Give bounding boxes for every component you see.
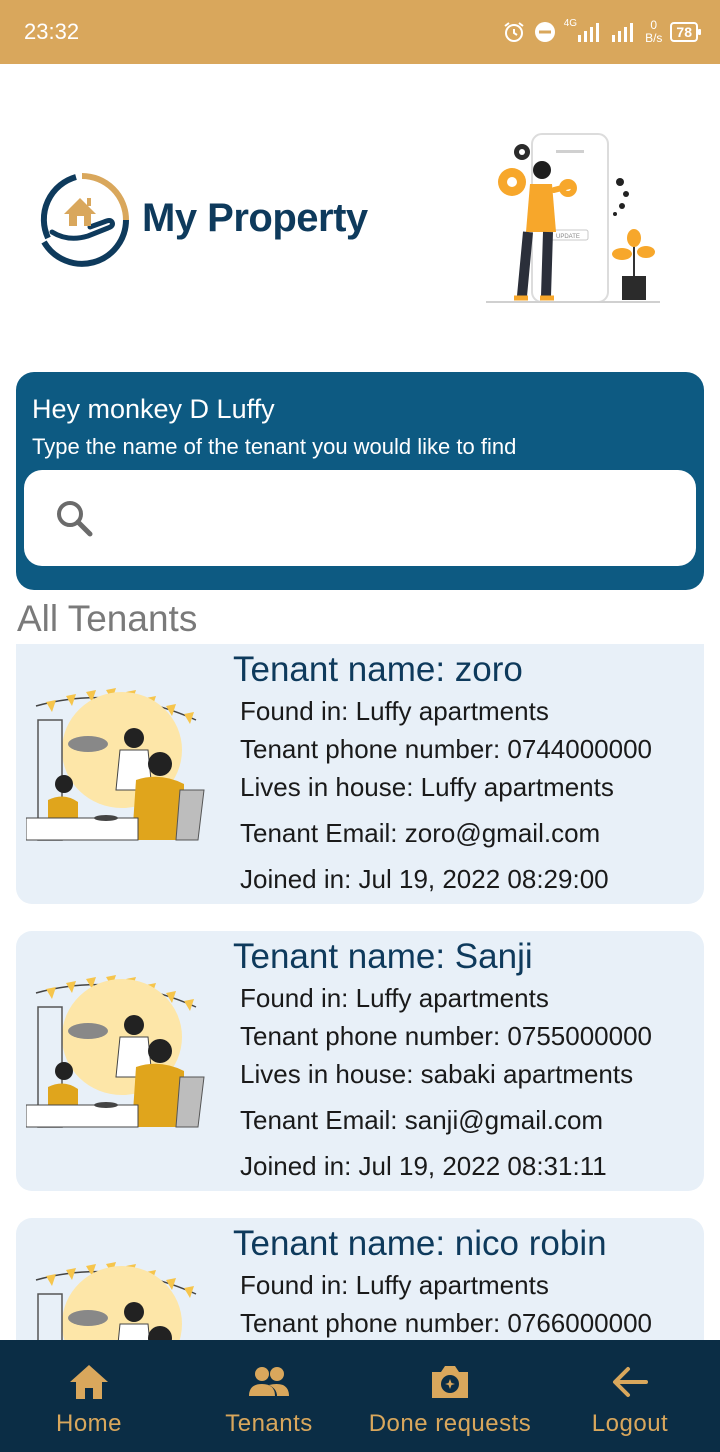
- tenant-house: Lives in house: sabaki apartments: [240, 1059, 634, 1089]
- search-box[interactable]: [24, 470, 696, 566]
- net-speed: 0 B/s: [645, 19, 662, 45]
- arrow-left-icon: [613, 1367, 648, 1397]
- tenant-name: Tenant name: nico robin: [233, 1224, 607, 1263]
- dinner-illustration: [26, 975, 205, 1128]
- tenant-card[interactable]: Tenant name: Sanji Found in: Luffy apart…: [16, 931, 704, 1191]
- app-header: My Property UPDATE: [0, 64, 720, 364]
- people-icon: [249, 1367, 289, 1396]
- nav-logout-label: Logout: [591, 1410, 669, 1437]
- section-title: All Tenants: [17, 598, 198, 639]
- person-update-phone-illustration: UPDATE: [486, 133, 660, 303]
- network-type: 4G: [563, 17, 578, 29]
- do-not-disturb-icon: [534, 22, 555, 42]
- dinner-illustration: [35, 1262, 197, 1340]
- house-in-hand-icon: [40, 173, 129, 267]
- nav-done-requests-label: Done requests: [368, 1410, 532, 1437]
- tenant-phone: Tenant phone number: 0755000000: [240, 1021, 653, 1051]
- tenant-card[interactable]: Tenant name: nico robin Found in: Luffy …: [16, 1218, 704, 1340]
- status-icons: 4G 0 B/s 78: [502, 14, 701, 50]
- search-input[interactable]: [116, 494, 676, 542]
- net-speed-unit: B/s: [645, 31, 663, 45]
- search-card: Hey monkey D Luffy Type the name of the …: [16, 372, 704, 590]
- tenant-found-in: Found in: Luffy apartments: [240, 696, 549, 726]
- svg-text:UPDATE: UPDATE: [556, 234, 580, 240]
- search-icon: [57, 501, 93, 537]
- tenant-house: Lives in house: Luffy apartments: [240, 772, 614, 802]
- nav-tenants[interactable]: Tenants: [178, 1340, 360, 1452]
- nav-home[interactable]: Home: [0, 1340, 178, 1452]
- battery-indicator: 78: [670, 22, 701, 42]
- tenant-list[interactable]: Tenant name: zoro Found in: Luffy apartm…: [16, 644, 704, 1340]
- app-title: My Property: [142, 196, 368, 240]
- home-icon: [70, 1365, 108, 1399]
- tenant-card[interactable]: Tenant name: zoro Found in: Luffy apartm…: [16, 644, 704, 904]
- tenant-name: Tenant name: Sanji: [233, 937, 533, 976]
- nav-done-requests[interactable]: Done requests: [360, 1340, 540, 1452]
- signal-icon-2: [612, 23, 634, 42]
- nav-home-label: Home: [55, 1410, 123, 1437]
- alarm-icon: [504, 22, 524, 42]
- camera-icon: [432, 1366, 468, 1398]
- status-time: 23:32: [24, 19, 80, 44]
- tenant-name: Tenant name: zoro: [233, 650, 523, 689]
- nav-logout[interactable]: Logout: [540, 1340, 720, 1452]
- tenant-phone: Tenant phone number: 0744000000: [240, 734, 653, 764]
- tenant-joined: Joined in: Jul 19, 2022 08:31:11: [240, 1151, 607, 1181]
- tenant-email: Tenant Email: sanji@gmail.com: [240, 1105, 604, 1135]
- nav-tenants-label: Tenants: [225, 1410, 313, 1437]
- net-speed-value: 0: [650, 18, 658, 32]
- tenant-found-in: Found in: Luffy apartments: [240, 983, 549, 1013]
- greeting-text: Hey monkey D Luffy: [32, 394, 275, 424]
- tenant-email: Tenant Email: zoro@gmail.com: [240, 818, 601, 848]
- screen: 23:32 4G 0 B/s 78 My Property UPDATE Hey…: [0, 0, 720, 1452]
- signal-icon: [578, 23, 600, 42]
- status-bar: 23:32 4G 0 B/s 78: [0, 0, 720, 64]
- bottom-nav: Home Tenants Done requests Logout: [0, 1340, 720, 1452]
- dinner-illustration: [26, 688, 205, 841]
- tenant-found-in: Found in: Luffy apartments: [240, 1270, 549, 1300]
- tenant-phone: Tenant phone number: 0766000000: [240, 1308, 653, 1338]
- tenant-joined: Joined in: Jul 19, 2022 08:29:00: [240, 864, 609, 894]
- search-hint: Type the name of the tenant you would li…: [32, 434, 517, 459]
